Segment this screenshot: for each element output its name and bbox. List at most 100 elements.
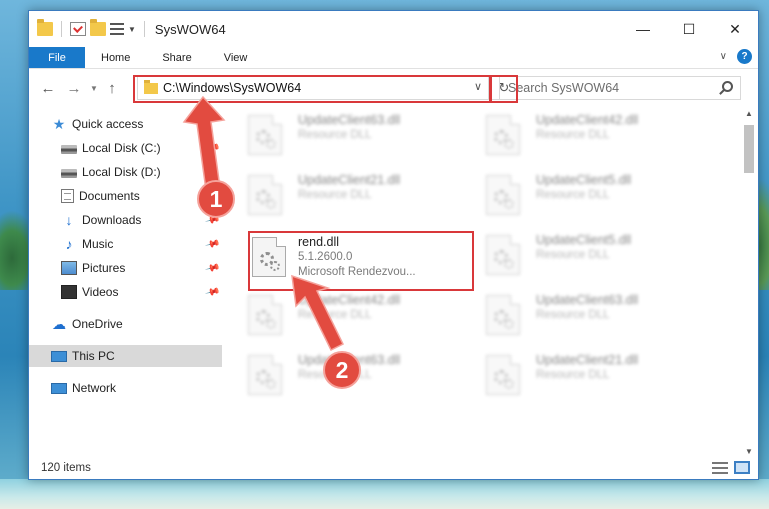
videos-icon xyxy=(61,285,77,299)
sidebar-item-local-disk-c[interactable]: Local Disk (C:) 📌 xyxy=(29,137,222,159)
scrollbar-thumb[interactable] xyxy=(744,125,754,173)
dll-file-icon xyxy=(486,295,520,335)
navigation-pane: ★ Quick access Local Disk (C:) 📌 Local D… xyxy=(29,107,222,459)
sidebar-item-local-disk-d[interactable]: Local Disk (D:) xyxy=(29,161,222,183)
star-icon: ★ xyxy=(52,116,66,132)
help-icon[interactable]: ? xyxy=(737,49,752,64)
drive-icon xyxy=(61,169,77,178)
file-description: Resource DLL xyxy=(298,189,372,201)
music-icon: ♪ xyxy=(65,236,73,252)
scroll-up-icon[interactable]: ▲ xyxy=(742,107,756,121)
status-bar: 120 items xyxy=(29,457,758,479)
sidebar-item-music[interactable]: ♪ Music 📌 xyxy=(29,233,222,255)
pin-icon[interactable]: 📌 xyxy=(204,140,220,156)
file-item[interactable]: UpdateClient42.dll Resource DLL xyxy=(248,291,468,343)
pin-icon[interactable]: 📌 xyxy=(204,260,220,276)
expand-ribbon-icon[interactable]: ∨ xyxy=(720,51,727,62)
network-icon xyxy=(51,382,67,394)
file-description: Resource DLL xyxy=(298,129,372,141)
sidebar-item-this-pc[interactable]: This PC xyxy=(29,345,222,367)
sidebar-item-videos[interactable]: Videos 📌 xyxy=(29,281,222,303)
documents-icon xyxy=(61,189,74,203)
file-item[interactable]: UpdateClient5.dll Resource DLL xyxy=(486,231,706,283)
minimize-button[interactable]: — xyxy=(620,11,666,47)
close-button[interactable]: ✕ xyxy=(712,11,758,47)
file-item[interactable]: UpdateClient63.dll Resource DLL xyxy=(486,291,706,343)
dll-file-icon xyxy=(486,355,520,395)
file-item[interactable]: UpdateClient63.dll Resource DLL xyxy=(248,111,468,163)
ribbon-right-controls: ∨ ? xyxy=(720,49,752,64)
file-description: Resource DLL xyxy=(536,249,610,261)
sidebar-item-label: Downloads xyxy=(82,213,142,227)
sidebar-item-label: Local Disk (D:) xyxy=(82,165,161,179)
sidebar-item-quick-access[interactable]: ★ Quick access xyxy=(29,113,222,135)
tab-file[interactable]: File xyxy=(29,47,85,68)
window-controls: — ☐ ✕ xyxy=(620,11,758,47)
file-name: UpdateClient21.dll xyxy=(298,173,401,187)
file-name: UpdateClient63.dll xyxy=(298,113,401,127)
search-input[interactable]: Search SysWOW64 xyxy=(499,76,741,100)
sidebar-item-documents[interactable]: Documents xyxy=(29,185,222,207)
dll-file-icon xyxy=(248,115,282,155)
chevron-down-icon[interactable]: ▼ xyxy=(128,25,136,34)
tab-home[interactable]: Home xyxy=(85,47,146,68)
new-folder-icon[interactable] xyxy=(90,19,106,36)
sidebar-item-onedrive[interactable]: ☁ OneDrive xyxy=(29,313,222,335)
search-icon[interactable] xyxy=(722,81,733,92)
properties-icon[interactable] xyxy=(70,22,86,36)
file-item[interactable]: UpdateClient21.dll Resource DLL xyxy=(248,171,468,223)
sidebar-item-label: OneDrive xyxy=(72,317,123,331)
file-name: UpdateClient63.dll xyxy=(536,293,639,307)
drive-icon xyxy=(61,145,77,154)
recent-locations-chevron-icon[interactable]: ▼ xyxy=(87,84,101,93)
tiles-view-icon[interactable] xyxy=(734,461,750,474)
search-placeholder: Search SysWOW64 xyxy=(508,81,620,95)
pin-icon[interactable]: 📌 xyxy=(204,284,220,300)
sidebar-item-downloads[interactable]: ↓ Downloads 📌 xyxy=(29,209,222,231)
pictures-icon xyxy=(61,261,77,275)
sidebar-item-pictures[interactable]: Pictures 📌 xyxy=(29,257,222,279)
file-name: UpdateClient21.dll xyxy=(536,353,639,367)
vertical-scrollbar[interactable]: ▲ ▼ xyxy=(742,107,756,459)
step-2-marker: 2 xyxy=(323,351,361,389)
sidebar-item-label: Network xyxy=(72,381,117,395)
sidebar-item-label: This PC xyxy=(72,349,115,363)
sidebar-item-label: Documents xyxy=(79,189,140,203)
explorer-window: ▼ SysWOW64 — ☐ ✕ File Home Share View ∨ … xyxy=(28,10,759,480)
pc-icon xyxy=(51,350,67,362)
back-arrow-icon[interactable]: ← xyxy=(35,80,61,97)
pin-icon[interactable]: 📌 xyxy=(204,236,220,252)
file-description: Resource DLL xyxy=(536,189,610,201)
file-name: UpdateClient5.dll xyxy=(536,173,632,187)
file-description: Resource DLL xyxy=(298,309,372,321)
tab-view[interactable]: View xyxy=(208,47,264,68)
dll-file-icon xyxy=(248,355,282,395)
toolbar-divider xyxy=(61,21,62,37)
maximize-button[interactable]: ☐ xyxy=(666,11,712,47)
window-title: SysWOW64 xyxy=(154,21,226,37)
download-icon: ↓ xyxy=(65,212,73,228)
dll-file-icon xyxy=(248,175,282,215)
file-item[interactable]: UpdateClient21.dll Resource DLL xyxy=(486,351,706,403)
title-bar: ▼ SysWOW64 — ☐ ✕ xyxy=(29,11,758,47)
sidebar-item-network[interactable]: Network xyxy=(29,377,222,399)
dll-file-icon xyxy=(486,175,520,215)
dll-file-icon xyxy=(248,295,282,335)
forward-arrow-icon[interactable]: → xyxy=(61,80,87,97)
file-description: Resource DLL xyxy=(536,129,610,141)
quick-access-toolbar: ▼ SysWOW64 xyxy=(29,19,226,37)
file-item[interactable]: UpdateClient42.dll Resource DLL xyxy=(486,111,706,163)
address-bar-highlight xyxy=(133,75,491,103)
view-options-icon[interactable] xyxy=(110,23,124,35)
tab-share[interactable]: Share xyxy=(146,47,207,68)
ribbon-tabs: File Home Share View ∨ ? xyxy=(29,47,758,69)
sidebar-item-label: Videos xyxy=(82,285,119,299)
sidebar-item-label: Music xyxy=(82,237,114,251)
up-arrow-icon[interactable]: ↑ xyxy=(101,80,123,97)
file-item[interactable]: UpdateClient5.dll Resource DLL xyxy=(486,171,706,223)
step-1-marker: 1 xyxy=(197,180,235,218)
dll-file-icon xyxy=(486,115,520,155)
refresh-highlight xyxy=(490,75,518,103)
file-description: Resource DLL xyxy=(536,309,610,321)
details-view-icon[interactable] xyxy=(712,462,728,474)
